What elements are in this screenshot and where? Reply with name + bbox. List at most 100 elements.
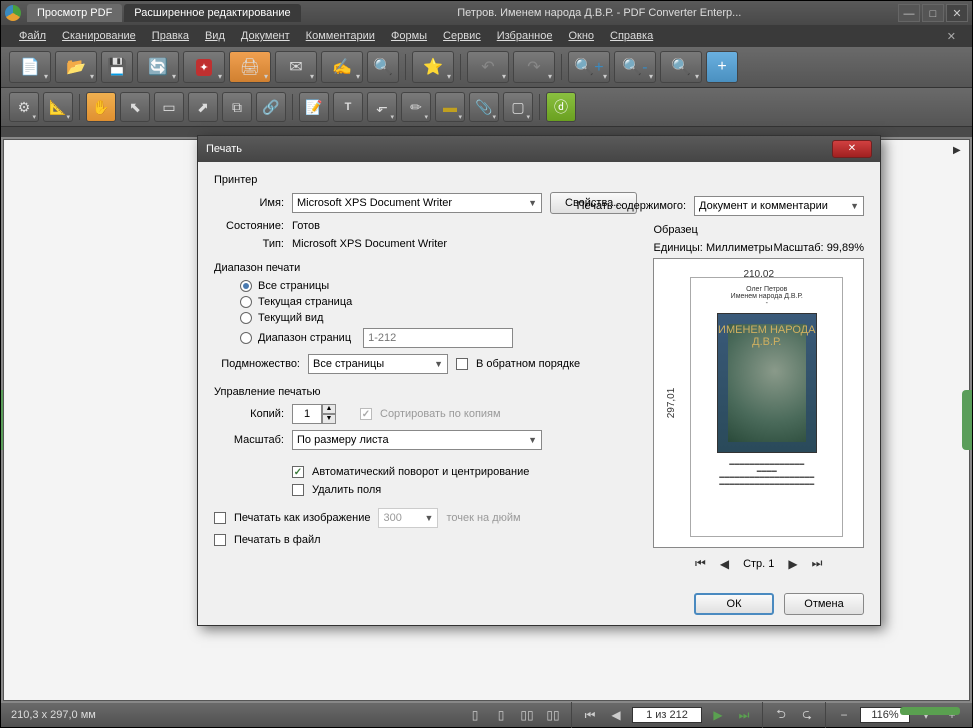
callout-tool[interactable]: ⬐▾ — [367, 92, 397, 122]
subset-select[interactable]: Все страницы▼ — [308, 354, 448, 374]
ok-button[interactable]: ОК — [694, 593, 774, 615]
preview-page-label: Стр. 1 — [743, 558, 774, 570]
crop-tool[interactable]: ⧉ — [222, 92, 252, 122]
settings-tool[interactable]: ⚙▾ — [9, 92, 39, 122]
last-page-icon[interactable]: ⏭ — [734, 706, 754, 724]
zoom-out-icon[interactable]: − — [834, 706, 854, 724]
app-logo-icon — [5, 5, 21, 21]
next-page-icon[interactable]: ▶ — [708, 706, 728, 724]
close-button[interactable]: ✕ — [946, 4, 968, 22]
page-field[interactable] — [632, 707, 702, 723]
layout-cont-icon[interactable]: ▯ — [491, 706, 511, 724]
select-tool[interactable]: ⬉ — [120, 92, 150, 122]
note-tool[interactable]: 📝 — [299, 92, 329, 122]
menu-file[interactable]: Файл — [11, 27, 54, 45]
add-button[interactable]: + — [706, 51, 738, 83]
print-to-file-checkbox[interactable] — [214, 534, 226, 546]
shape-tool[interactable]: ▢▾ — [503, 92, 533, 122]
layout-cont-facing-icon[interactable]: ▯▯ — [543, 706, 563, 724]
menu-forms[interactable]: Формы — [383, 27, 435, 45]
preview-prev-icon[interactable]: ◀ — [720, 557, 729, 571]
autorotate-checkbox[interactable] — [292, 466, 304, 478]
menu-comments[interactable]: Комментарии — [298, 27, 383, 45]
spinner-down-icon[interactable]: ▼ — [322, 414, 336, 424]
printer-select[interactable]: Microsoft XPS Document Writer▼ — [292, 193, 542, 213]
marquee-tool[interactable]: ▭ — [154, 92, 184, 122]
tab-view-pdf[interactable]: Просмотр PDF — [27, 4, 122, 22]
nav-fwd-icon[interactable]: ⮎ — [797, 706, 817, 724]
preview-last-icon[interactable]: ⏭ — [812, 556, 823, 571]
subset-value: Все страницы — [313, 358, 384, 370]
link-tool[interactable]: 🔗 — [256, 92, 286, 122]
bottom-panel-handle[interactable] — [900, 707, 960, 715]
page-range-input[interactable] — [363, 328, 513, 348]
menu-edit[interactable]: Правка — [144, 27, 197, 45]
favorite-button[interactable]: ⭐▾ — [412, 51, 454, 83]
redo-button[interactable]: ↷▾ — [513, 51, 555, 83]
ruler-tool[interactable]: 📐▾ — [43, 92, 73, 122]
right-panel-handle[interactable] — [962, 390, 972, 450]
content-select[interactable]: Документ и комментарии▼ — [694, 196, 864, 216]
preview-next-icon[interactable]: ▶ — [788, 557, 797, 571]
zoomin-button[interactable]: 🔍+▾ — [568, 51, 610, 83]
copies-spinner[interactable]: ▲▼ — [292, 404, 336, 424]
pointer-tool[interactable]: ⬈ — [188, 92, 218, 122]
menu-document[interactable]: Документ — [233, 27, 298, 45]
open-button[interactable]: 📂▾ — [55, 51, 97, 83]
reverse-label: В обратном порядке — [476, 358, 580, 370]
toolbar-separator — [79, 94, 80, 120]
printer-section-label: Принтер — [214, 174, 637, 186]
menu-help[interactable]: Справка — [602, 27, 661, 45]
menu-view[interactable]: Вид — [197, 27, 233, 45]
preview-first-icon[interactable]: ⏮ — [695, 556, 706, 571]
menu-service[interactable]: Сервис — [435, 27, 489, 45]
type-label: Тип: — [214, 238, 284, 250]
search-button[interactable]: 🔍 — [367, 51, 399, 83]
mail-button[interactable]: ✉▾ — [275, 51, 317, 83]
sign-button[interactable]: ✍▾ — [321, 51, 363, 83]
tool-toolbar: ⚙▾ 📐▾ ✋ ⬉ ▭ ⬈ ⧉ 🔗 📝 T ⬐▾ ✏▾ ▬▾ 📎▾ ▢▾ ⓓ — [1, 88, 972, 127]
radio-all-pages[interactable]: Все страницы — [240, 280, 637, 292]
layout-single-icon[interactable]: ▯ — [465, 706, 485, 724]
attach-tool[interactable]: 📎▾ — [469, 92, 499, 122]
radio-current-page[interactable]: Текущая страница — [240, 296, 637, 308]
maximize-button[interactable]: □ — [922, 4, 944, 22]
highlight-tool[interactable]: ✏▾ — [401, 92, 431, 122]
first-page-icon[interactable]: ⏮ — [580, 706, 600, 724]
reverse-checkbox[interactable] — [456, 358, 468, 370]
layout-facing-icon[interactable]: ▯▯ — [517, 706, 537, 724]
hand-tool[interactable]: ✋ — [86, 92, 116, 122]
new-button[interactable]: 📄▾ — [9, 51, 51, 83]
minimize-button[interactable]: — — [898, 4, 920, 22]
menu-favorites[interactable]: Избранное — [489, 27, 561, 45]
cancel-button[interactable]: Отмена — [784, 593, 864, 615]
zoomfit-button[interactable]: 🔍▾ — [660, 51, 702, 83]
text-tool[interactable]: T — [333, 92, 363, 122]
preview-page: Олег Петров Именем народа Д.В.Р. - ИМЕНЕ… — [690, 277, 843, 537]
save-button[interactable]: 💾 — [101, 51, 133, 83]
undo-button[interactable]: ↶▾ — [467, 51, 509, 83]
dragon-tool[interactable]: ⓓ — [546, 92, 576, 122]
zoomout-button[interactable]: 🔍-▾ — [614, 51, 656, 83]
radio-current-view[interactable]: Текущий вид — [240, 312, 637, 324]
spinner-up-icon[interactable]: ▲ — [322, 404, 336, 414]
remove-margins-checkbox[interactable] — [292, 484, 304, 496]
dialog-close-button[interactable]: ✕ — [832, 140, 872, 158]
stamp-tool[interactable]: ▬▾ — [435, 92, 465, 122]
dialog-titlebar[interactable]: Печать ✕ — [198, 136, 880, 162]
convert-button[interactable]: 🔄▾ — [137, 51, 179, 83]
prev-page-icon[interactable]: ◀ — [606, 706, 626, 724]
tool-red-button[interactable]: ✦▾ — [183, 51, 225, 83]
tab-advanced-edit[interactable]: Расширенное редактирование — [124, 4, 300, 22]
radio-page-range[interactable]: Диапазон страниц — [240, 328, 637, 348]
copies-input[interactable] — [292, 404, 322, 424]
nav-back-icon[interactable]: ⮌ — [771, 706, 791, 724]
copies-label: Копий: — [214, 408, 284, 420]
scale-select[interactable]: По размеру листа▼ — [292, 430, 542, 450]
nav-next-icon[interactable] — [953, 144, 965, 156]
print-button[interactable]: 🖨▾ — [229, 51, 271, 83]
menu-scan[interactable]: Сканирование — [54, 27, 144, 45]
print-as-image-checkbox[interactable] — [214, 512, 226, 524]
doc-close-icon[interactable]: ✕ — [941, 30, 962, 43]
menu-window[interactable]: Окно — [560, 27, 602, 45]
